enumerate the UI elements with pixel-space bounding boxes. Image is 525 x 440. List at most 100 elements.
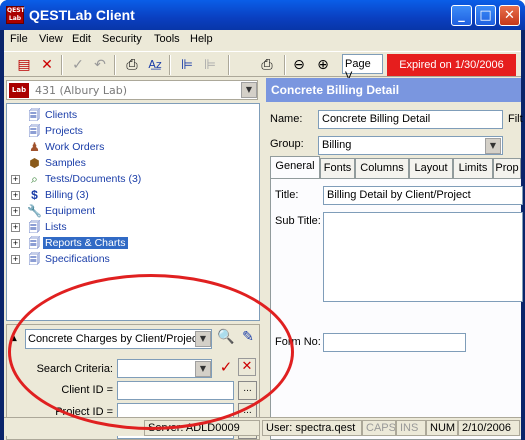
samples-icon: ⬢	[29, 156, 40, 170]
chevron-down-icon[interactable]: ▼	[241, 82, 257, 98]
tab-layout[interactable]: Layout	[409, 158, 453, 178]
ins-indicator: INS	[396, 420, 426, 436]
delete-icon[interactable]: ✕	[37, 55, 57, 75]
search-icon[interactable]: 🔍	[216, 329, 236, 349]
tree-item-billing[interactable]: + $ Billing (3)	[7, 188, 257, 204]
wrench-icon: 🔧	[27, 204, 42, 218]
num-indicator: NUM	[426, 420, 458, 436]
print-icon[interactable]: ⎙	[257, 55, 277, 75]
search-criteria-label: Search Criteria:	[36, 363, 113, 375]
report-select[interactable]: Concrete Charges by Client/Project	[25, 329, 212, 349]
server-status: Server: ADLD0009	[144, 420, 260, 436]
document-icon: 🗐	[28, 124, 41, 138]
tree-item-projects[interactable]: 🗐 Projects	[7, 124, 257, 140]
title-bar[interactable]: QEST Lab QESTLab Client _ □ ✕	[0, 0, 525, 30]
tree-item-label: Projects	[45, 125, 83, 137]
tree-item-specifications[interactable]: + 🗐 Specifications	[7, 252, 257, 268]
zoom-select[interactable]: Page V	[342, 54, 383, 82]
client-id-browse-button[interactable]: ...	[238, 381, 257, 400]
expand-icon[interactable]: +	[11, 255, 20, 264]
group-select-value: Billing	[322, 139, 352, 151]
tab-limits[interactable]: Limits	[453, 158, 493, 178]
tree-item-work-orders[interactable]: ♟ Work Orders	[7, 140, 257, 156]
form-no-input[interactable]	[323, 333, 466, 352]
tree-item-label: Reports & Charts	[43, 237, 128, 249]
menu-file[interactable]: File	[10, 33, 28, 45]
tree-item-label: Lists	[45, 221, 67, 233]
tree-item-lists[interactable]: + 🗐 Lists	[7, 220, 257, 236]
maximize-button[interactable]: □	[475, 5, 496, 26]
subtitle-textarea[interactable]	[323, 212, 523, 302]
lab-selector[interactable]: Lab 431 (Albury Lab) ▼	[6, 80, 258, 100]
menu-help[interactable]: Help	[190, 33, 213, 45]
lab-icon: Lab	[9, 83, 29, 98]
user-status: User: spectra.qest	[262, 420, 362, 436]
expand-arrow-icon[interactable]: ▲	[10, 333, 17, 343]
tree-item-label: Clients	[45, 109, 78, 121]
expand-icon[interactable]: +	[11, 191, 20, 200]
tests-icon: ⌕	[31, 172, 38, 186]
status-bar: Server: ADLD0009 User: spectra.qest CAPS…	[4, 417, 521, 436]
tree-item-label: Billing (3)	[45, 189, 89, 201]
tree-item-label: Samples	[45, 157, 86, 169]
group-label: Group:	[270, 138, 304, 150]
expand-icon[interactable]: +	[11, 175, 20, 184]
app-logo-icon: QEST Lab	[6, 6, 25, 24]
title-input-value: Billing Detail by Client/Project	[327, 189, 471, 201]
chevron-down-icon[interactable]: ▼	[195, 331, 211, 347]
tab-general[interactable]: General	[270, 156, 320, 178]
toolbar: ▤ ✕ ✓ ↶ ⎙ A͟z ⊫ ⊫ ⎙ ⊖ ⊕ Page V Expired o…	[4, 51, 521, 82]
minimize-button[interactable]: _	[451, 5, 472, 26]
print-preview-icon[interactable]: ⎙	[122, 55, 142, 75]
reports-icon: 🗐	[28, 236, 41, 250]
edit-icon[interactable]: ✎	[238, 329, 258, 349]
chevron-down-icon[interactable]: ▼	[195, 361, 211, 377]
tree-item-label: Work Orders	[45, 141, 105, 153]
tree-item-tests-documents[interactable]: + ⌕ Tests/Documents (3)	[7, 172, 257, 188]
title-label: Title:	[275, 189, 299, 201]
window-title: QESTLab Client	[29, 7, 135, 23]
expand-icon[interactable]: +	[11, 223, 20, 232]
client-id-input[interactable]	[117, 381, 234, 400]
apply-check-icon[interactable]: ✓	[217, 358, 235, 376]
zoom-in-icon[interactable]: ⊕	[313, 55, 333, 75]
tree-item-reports-charts[interactable]: + 🗐 Reports & Charts	[7, 236, 257, 252]
close-button[interactable]: ✕	[499, 5, 520, 26]
expand-icon[interactable]: +	[11, 207, 20, 216]
menu-tools[interactable]: Tools	[154, 33, 180, 45]
specifications-icon: 🗐	[28, 252, 41, 266]
detail-panel: Concrete Billing Detail Name: Concrete B…	[266, 78, 523, 440]
tree-view-icon[interactable]: ⊫	[177, 55, 197, 75]
menu-security[interactable]: Security	[102, 33, 142, 45]
name-input[interactable]: Concrete Billing Detail	[318, 110, 503, 129]
menu-view[interactable]: View	[39, 33, 63, 45]
tree-item-label: Equipment	[45, 205, 96, 217]
lab-selector-value: 431 (Albury Lab)	[35, 84, 127, 97]
menu-bar: File View Edit Security Tools Help	[4, 30, 521, 50]
menu-edit[interactable]: Edit	[72, 33, 91, 45]
tab-properties[interactable]: Prop	[493, 158, 521, 178]
document-icon: 🗐	[28, 108, 41, 122]
subtitle-label: Sub Title:	[275, 215, 321, 227]
navigation-tree: 🗐 Clients 🗐 Projects ♟ Work Orders ⬢ Sam…	[6, 103, 260, 321]
spellcheck-icon[interactable]: A͟z	[145, 55, 165, 75]
name-label: Name:	[270, 113, 303, 125]
group-select[interactable]: Billing	[318, 136, 503, 155]
new-record-icon[interactable]: ▤	[14, 55, 34, 75]
expand-icon[interactable]: +	[11, 239, 20, 248]
tab-columns[interactable]: Columns	[355, 158, 409, 178]
zoom-out-icon[interactable]: ⊖	[289, 55, 309, 75]
checkmark-icon[interactable]: ✓	[68, 55, 88, 75]
clear-x-icon[interactable]: ✕	[238, 358, 256, 376]
tree-item-samples[interactable]: ⬢ Samples	[7, 156, 257, 172]
report-select-value: Concrete Charges by Client/Project	[28, 333, 201, 345]
license-expired-banner: Expired on 1/30/2006	[387, 54, 516, 76]
tree-item-equipment[interactable]: + 🔧 Equipment	[7, 204, 257, 220]
name-input-value: Concrete Billing Detail	[322, 113, 431, 125]
tab-fonts[interactable]: Fonts	[320, 158, 355, 178]
chevron-down-icon[interactable]: ▼	[485, 138, 501, 154]
lab-tree-icon[interactable]: ⊫	[200, 55, 220, 75]
title-input[interactable]: Billing Detail by Client/Project	[323, 186, 523, 205]
undo-icon[interactable]: ↶	[90, 55, 110, 75]
tree-item-clients[interactable]: 🗐 Clients	[7, 108, 257, 124]
